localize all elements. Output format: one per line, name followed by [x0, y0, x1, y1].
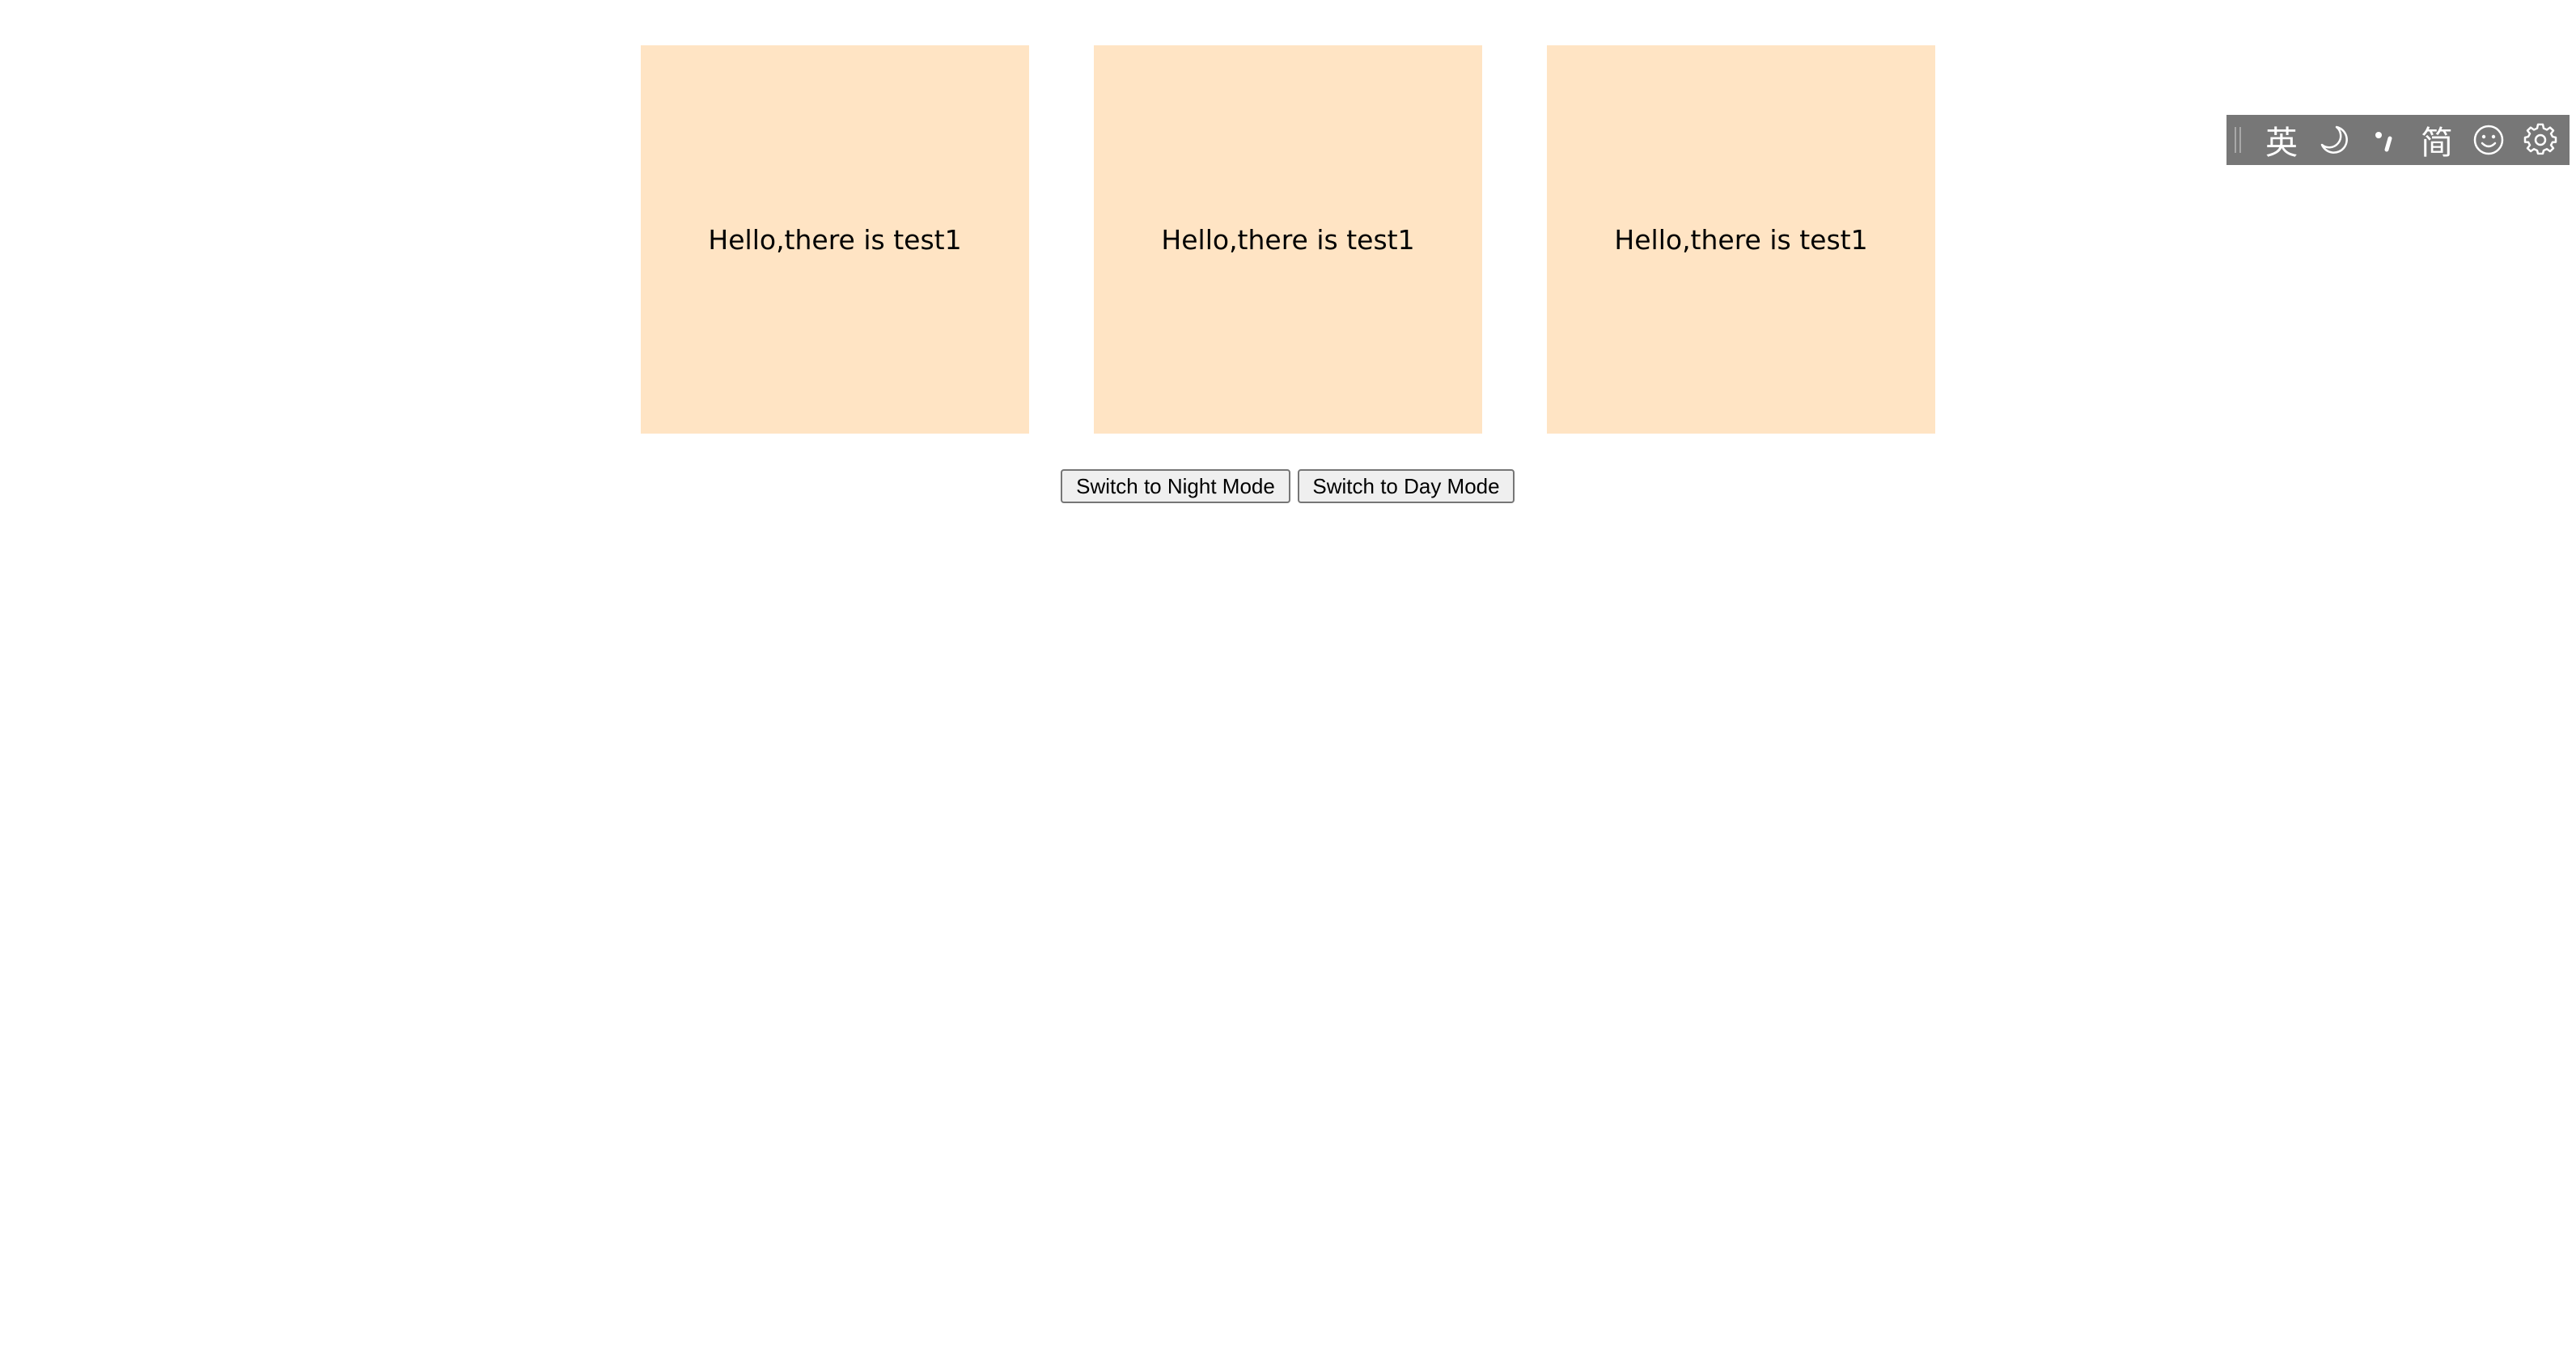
moon-icon[interactable] [2307, 115, 2359, 165]
gear-icon[interactable] [2515, 115, 2566, 165]
language-label: 英 [2265, 125, 2298, 162]
card-3-text: Hello,there is test1 [1614, 223, 1868, 256]
punctuation-icon[interactable] [2359, 115, 2411, 165]
card-2-text: Hello,there is test1 [1161, 223, 1415, 256]
ime-toolbar: 英 简 [2226, 115, 2570, 165]
switch-day-mode-button[interactable]: Switch to Day Mode [1298, 469, 1515, 503]
language-toggle-button[interactable]: 英 [2256, 115, 2307, 165]
script-toggle-button[interactable]: 简 [2411, 115, 2463, 165]
card-1-text: Hello,there is test1 [708, 223, 962, 256]
drag-handle-icon[interactable] [2235, 127, 2241, 153]
card-1: Hello,there is test1 [641, 45, 1029, 434]
mode-button-row: Switch to Night Mode Switch to Day Mode [0, 469, 2576, 505]
card-row: Hello,there is test1 Hello,there is test… [0, 45, 2576, 434]
script-label: 简 [2421, 125, 2453, 162]
card-2: Hello,there is test1 [1094, 45, 1482, 434]
card-3: Hello,there is test1 [1547, 45, 1935, 434]
emoji-icon[interactable] [2463, 115, 2515, 165]
switch-night-mode-button[interactable]: Switch to Night Mode [1061, 469, 1290, 503]
